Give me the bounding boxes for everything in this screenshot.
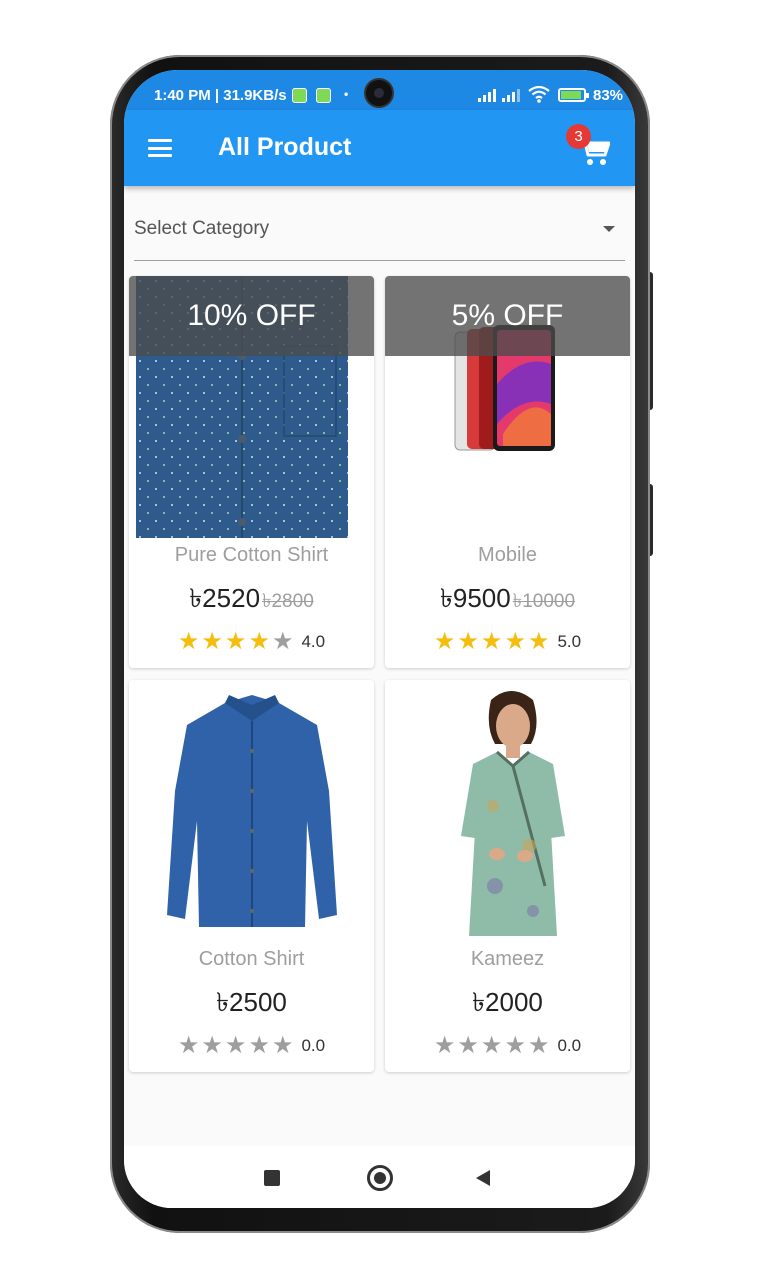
category-select-label: Select Category [134,218,270,239]
cart-count-badge: 3 [566,124,591,149]
product-name: Mobile [478,544,537,566]
battery-icon [558,88,589,102]
star-icon: ★ [527,1032,550,1059]
rating-value: 5.0 [557,632,582,651]
wifi-icon [528,85,550,103]
category-select[interactable]: Select Category [134,206,625,261]
product-name: Pure Cotton Shirt [174,544,329,566]
notification-icon [292,88,307,103]
product-old-price: ৳2800 [262,591,314,612]
product-name: Kameez [470,948,545,970]
app-bar: All Product 3 [124,110,635,186]
phone-screen: 1:40 PM | 31.9KB/s • 83% All Product 3 S… [124,70,635,1208]
price-row: ৳2520 ৳2800 [129,578,374,622]
product-card[interactable]: Kameez ৳2000 ★ ★ ★ ★ ★ 0.0 [385,680,630,1072]
status-dot: • [344,87,349,101]
page: 1:40 PM | 31.9KB/s • 83% All Product 3 S… [0,0,759,1280]
star-icon: ★ [504,1032,526,1059]
status-time: 1:40 PM | 31.9KB/s [154,87,287,104]
product-image [129,680,374,942]
signal-icon [478,88,496,102]
star-icon: ★ [177,628,200,655]
star-icon: ★ [201,628,223,655]
star-icon: ★ [457,628,479,655]
star-icon: ★ [504,628,526,655]
rating-row: ★ ★ ★ ★ ★ 0.0 [129,1034,374,1058]
star-icon: ★ [457,1032,479,1059]
notification-icon [316,88,331,103]
rating-value: 4.0 [301,632,326,651]
product-image [385,680,630,942]
star-icon: ★ [480,628,503,655]
rating-row: ★ ★ ★ ★ ★ 5.0 [385,630,630,654]
star-icon: ★ [433,1032,456,1059]
signal-icon [502,88,520,102]
product-card[interactable]: 5% OFF Mobile ৳9500 ৳10000 ★ ★ ★ ★ ★ 5.0 [385,276,630,668]
star-icon: ★ [271,1032,294,1059]
discount-badge: 5% OFF [385,276,630,356]
dropdown-arrow-icon [603,226,615,232]
discount-badge: 10% OFF [129,276,374,356]
status-bar: 1:40 PM | 31.9KB/s • 83% [124,70,635,110]
product-price: ৳9500 [439,583,511,613]
star-icon: ★ [527,628,550,655]
star-icon: ★ [224,628,247,655]
star-icon: ★ [224,1032,247,1059]
price-row: ৳2500 [129,982,374,1026]
star-icon: ★ [248,628,270,655]
product-card[interactable]: Cotton Shirt ৳2500 ★ ★ ★ ★ ★ 0.0 [129,680,374,1072]
price-row: ৳9500 ৳10000 [385,578,630,622]
product-name: Cotton Shirt [198,948,305,970]
product-price: ৳2520 [189,583,261,613]
system-nav-bar [124,1146,635,1208]
back-icon[interactable] [476,1170,490,1186]
star-icon: ★ [433,628,456,655]
rating-row: ★ ★ ★ ★ ★ 0.0 [385,1034,630,1058]
page-title: All Product [218,133,352,161]
hamburger-menu-icon[interactable] [148,139,172,157]
front-camera [366,80,392,106]
home-icon[interactable] [367,1165,393,1191]
rating-value: 0.0 [557,1036,582,1055]
kameez-model-image [460,691,565,936]
product-price: ৳2000 [472,987,543,1017]
battery-percent: 83% [593,87,624,104]
star-icon: ★ [271,628,294,655]
recent-apps-icon[interactable] [264,1170,280,1186]
star-icon: ★ [248,1032,270,1059]
rating-value: 0.0 [301,1036,326,1055]
product-price: ৳2500 [216,987,287,1017]
cart-button[interactable]: 3 [566,122,620,172]
star-icon: ★ [480,1032,503,1059]
star-icon: ★ [177,1032,200,1059]
product-old-price: ৳10000 [512,591,576,612]
price-row: ৳2000 [385,982,630,1026]
rating-row: ★ ★ ★ ★ ★ 4.0 [129,630,374,654]
shirt-image [166,695,337,927]
star-icon: ★ [201,1032,223,1059]
product-card[interactable]: 10% OFF Pure Cotton Shirt ৳2520 ৳2800 ★ ★… [129,276,374,668]
